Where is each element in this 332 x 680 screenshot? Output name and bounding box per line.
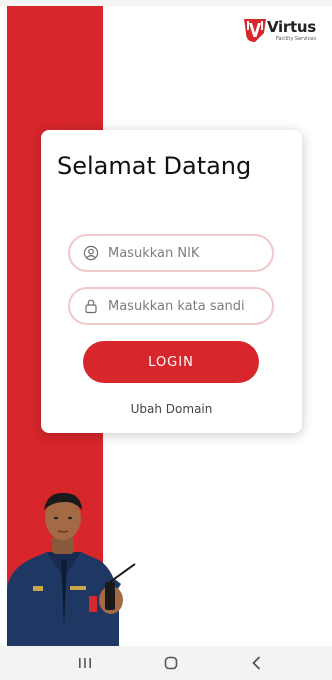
back-icon[interactable] [248,655,266,671]
password-input[interactable] [108,293,270,319]
nik-input[interactable] [108,240,270,266]
recent-apps-icon[interactable] [76,655,94,671]
lock-icon [85,299,97,314]
security-guard-illustration [7,492,136,646]
password-field[interactable] [68,287,274,325]
login-screen: Virtus Facility Services Selamat Datang … [0,0,332,680]
android-navigation-bar [0,646,332,680]
virtus-logo-mark-icon [244,19,266,42]
user-icon [83,245,99,261]
brand-tagline: Facility Services [276,36,316,42]
login-card: Selamat Datang LOGIN Ubah Domain [41,130,302,433]
login-button[interactable]: LOGIN [83,341,259,383]
nik-field[interactable] [68,234,274,272]
change-domain-link[interactable]: Ubah Domain [41,402,302,416]
brand-name: Virtus [267,18,316,36]
greeting-title: Selamat Datang [57,152,252,180]
virtus-logo: Virtus Facility Services [242,14,326,48]
home-icon[interactable] [162,655,180,671]
